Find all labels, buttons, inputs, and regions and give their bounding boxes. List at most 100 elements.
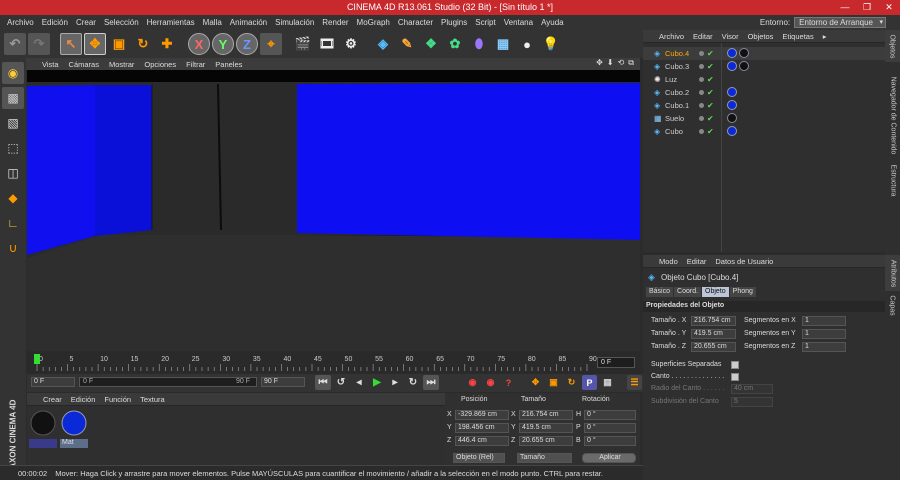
go-end-icon[interactable]: ⏭ [423, 375, 439, 390]
object-menu-archivo[interactable]: Archivo [659, 32, 684, 41]
material-menu-edicion[interactable]: Edición [71, 395, 96, 404]
material-swatch[interactable] [29, 409, 57, 448]
timeline-ruler[interactable]: 0 5 10 15 20 25 30 35 40 45 50 55 60 65 70 75 80 85 90 [27, 352, 640, 374]
next-key-icon[interactable]: ↻ [405, 375, 421, 390]
menu-character[interactable]: Character [394, 18, 437, 27]
rotate-icon[interactable]: ↻ [132, 33, 154, 55]
undo-icon[interactable]: ↶ [4, 33, 26, 55]
current-frame-field[interactable]: 0 F [597, 357, 635, 368]
key-position-icon[interactable]: ✥ [528, 375, 543, 390]
menu-crear[interactable]: Crear [72, 18, 100, 27]
prev-frame-icon[interactable]: ◂ [351, 375, 367, 390]
viewport-dolly-icon[interactable]: ⬇ [607, 58, 614, 68]
key-parameter-icon[interactable]: P [582, 375, 597, 390]
deformer-icon[interactable]: ⬮ [468, 33, 490, 55]
viewport-rotate-icon[interactable]: ⟲ [618, 58, 625, 68]
menu-edicion[interactable]: Edición [38, 18, 72, 27]
coord-pos-field[interactable]: 198.456 cm [455, 423, 509, 433]
object-row[interactable]: ▦ Suelo ✔ [643, 112, 885, 125]
object-row[interactable]: ✺ Luz ✔ [643, 73, 885, 86]
enabled-check-icon[interactable]: ✔ [707, 62, 714, 71]
object-row[interactable]: ◈ Cubo.2 ✔ [643, 86, 885, 99]
menu-simulacion[interactable]: Simulación [271, 18, 318, 27]
material-tag-icon[interactable] [739, 61, 749, 71]
y-axis-icon[interactable]: Y [212, 33, 234, 55]
visibility-dot[interactable] [699, 129, 704, 134]
key-pla-icon[interactable]: ▦ [600, 375, 615, 390]
start-frame-field[interactable]: 0 F [31, 377, 75, 387]
tab-estructura[interactable]: Estructura [885, 155, 900, 205]
redo-icon[interactable]: ↷ [28, 33, 50, 55]
range-slider[interactable]: 0 F 90 F [79, 377, 257, 387]
playhead[interactable] [34, 354, 40, 364]
camera-icon[interactable]: ● [516, 33, 538, 55]
viewport-menu-mostrar[interactable]: Mostrar [109, 60, 134, 69]
points-mode-icon[interactable]: ⬚ [2, 137, 24, 159]
live-select-icon[interactable]: ↖ [60, 33, 82, 55]
key-scale-icon[interactable]: ▣ [546, 375, 561, 390]
enabled-check-icon[interactable]: ✔ [707, 49, 714, 58]
visibility-dot[interactable] [699, 77, 704, 82]
separate-surfaces-checkbox[interactable] [731, 361, 739, 369]
x-axis-icon[interactable]: X [188, 33, 210, 55]
axis-mode-icon[interactable]: ∟ [2, 212, 24, 234]
material-menu-funcion[interactable]: Función [104, 395, 131, 404]
timeline-window-icon[interactable]: ☰ [627, 375, 642, 390]
array-icon[interactable]: ✿ [444, 33, 466, 55]
tab-basico[interactable]: Básico [646, 287, 674, 297]
coord-mode-dropdown[interactable]: Objeto (Rel) [453, 453, 505, 463]
tab-atributos[interactable]: Atributos [885, 255, 900, 291]
render-settings-icon[interactable]: ⚙ [340, 33, 362, 55]
viewport-menu-opciones[interactable]: Opciones [144, 60, 176, 69]
spline-pen-icon[interactable]: ✎ [396, 33, 418, 55]
coord-rot-field[interactable]: 0 ° [584, 423, 636, 433]
material-tag-icon[interactable] [727, 48, 737, 58]
play-icon[interactable]: ▶ [369, 375, 385, 390]
apply-button[interactable]: Aplicar [582, 453, 636, 463]
tab-navegador[interactable]: Navegador de Contenido [885, 65, 900, 165]
maximize-button[interactable]: ❐ [856, 0, 878, 15]
coord-pos-field[interactable]: 446.4 cm [455, 436, 509, 446]
model-mode-icon[interactable]: ▩ [2, 87, 24, 109]
coord-rot-field[interactable]: 0 ° [584, 436, 636, 446]
object-menu-objetos[interactable]: Objetos [748, 32, 774, 41]
viewport-pan-icon[interactable]: ✥ [596, 58, 603, 68]
close-button[interactable]: ✕ [878, 0, 900, 15]
texture-mode-icon[interactable]: ▧ [2, 112, 24, 134]
viewport-menu-filtrar[interactable]: Filtrar [186, 60, 205, 69]
material-tag-icon[interactable] [739, 48, 749, 58]
polygons-mode-icon[interactable]: ◆ [2, 187, 24, 209]
autokey-icon[interactable]: ◉ [483, 375, 498, 390]
seg-x-field[interactable]: 1 [802, 316, 846, 326]
enabled-check-icon[interactable]: ✔ [707, 127, 714, 136]
material-menu-crear[interactable]: Crear [43, 395, 62, 404]
enabled-check-icon[interactable]: ✔ [707, 75, 714, 84]
object-menu-more[interactable]: ▸ [823, 32, 827, 41]
object-menu-visor[interactable]: Visor [722, 32, 739, 41]
fillet-subdivision-field[interactable]: 5 [731, 397, 773, 407]
render-picture-icon[interactable]: 🎞 [316, 33, 338, 55]
coord-size-field[interactable]: 419.5 cm [519, 423, 573, 433]
object-menu-editar[interactable]: Editar [693, 32, 713, 41]
scale-icon[interactable]: ▣ [108, 33, 130, 55]
viewport-menu-vista[interactable]: Vista [42, 60, 59, 69]
enabled-check-icon[interactable]: ✔ [707, 101, 714, 110]
size-y-field[interactable]: 419.5 cm [691, 329, 736, 339]
coord-size-field[interactable]: 20.655 cm [519, 436, 573, 446]
world-coord-icon[interactable]: ⌖ [260, 33, 282, 55]
record-icon[interactable]: ◉ [465, 375, 480, 390]
tab-phong[interactable]: Phong [729, 287, 756, 297]
menu-animacion[interactable]: Animación [226, 18, 271, 27]
seg-y-field[interactable]: 1 [802, 329, 846, 339]
layout-dropdown[interactable]: Entorno de Arranque [794, 17, 886, 28]
material-tag-icon[interactable] [727, 100, 737, 110]
tab-coord[interactable]: Coord. [674, 287, 702, 297]
tab-capas[interactable]: Capas [885, 293, 900, 317]
attribute-menu-editar[interactable]: Editar [687, 257, 707, 266]
floor-icon[interactable]: ▦ [492, 33, 514, 55]
viewport-menu-camaras[interactable]: Cámaras [69, 60, 99, 69]
cube-icon[interactable]: ◈ [372, 33, 394, 55]
object-row[interactable]: ◈ Cubo.3 ✔ [643, 60, 885, 73]
material-swatch[interactable]: Mat [60, 409, 88, 448]
menu-script[interactable]: Script [471, 18, 499, 27]
